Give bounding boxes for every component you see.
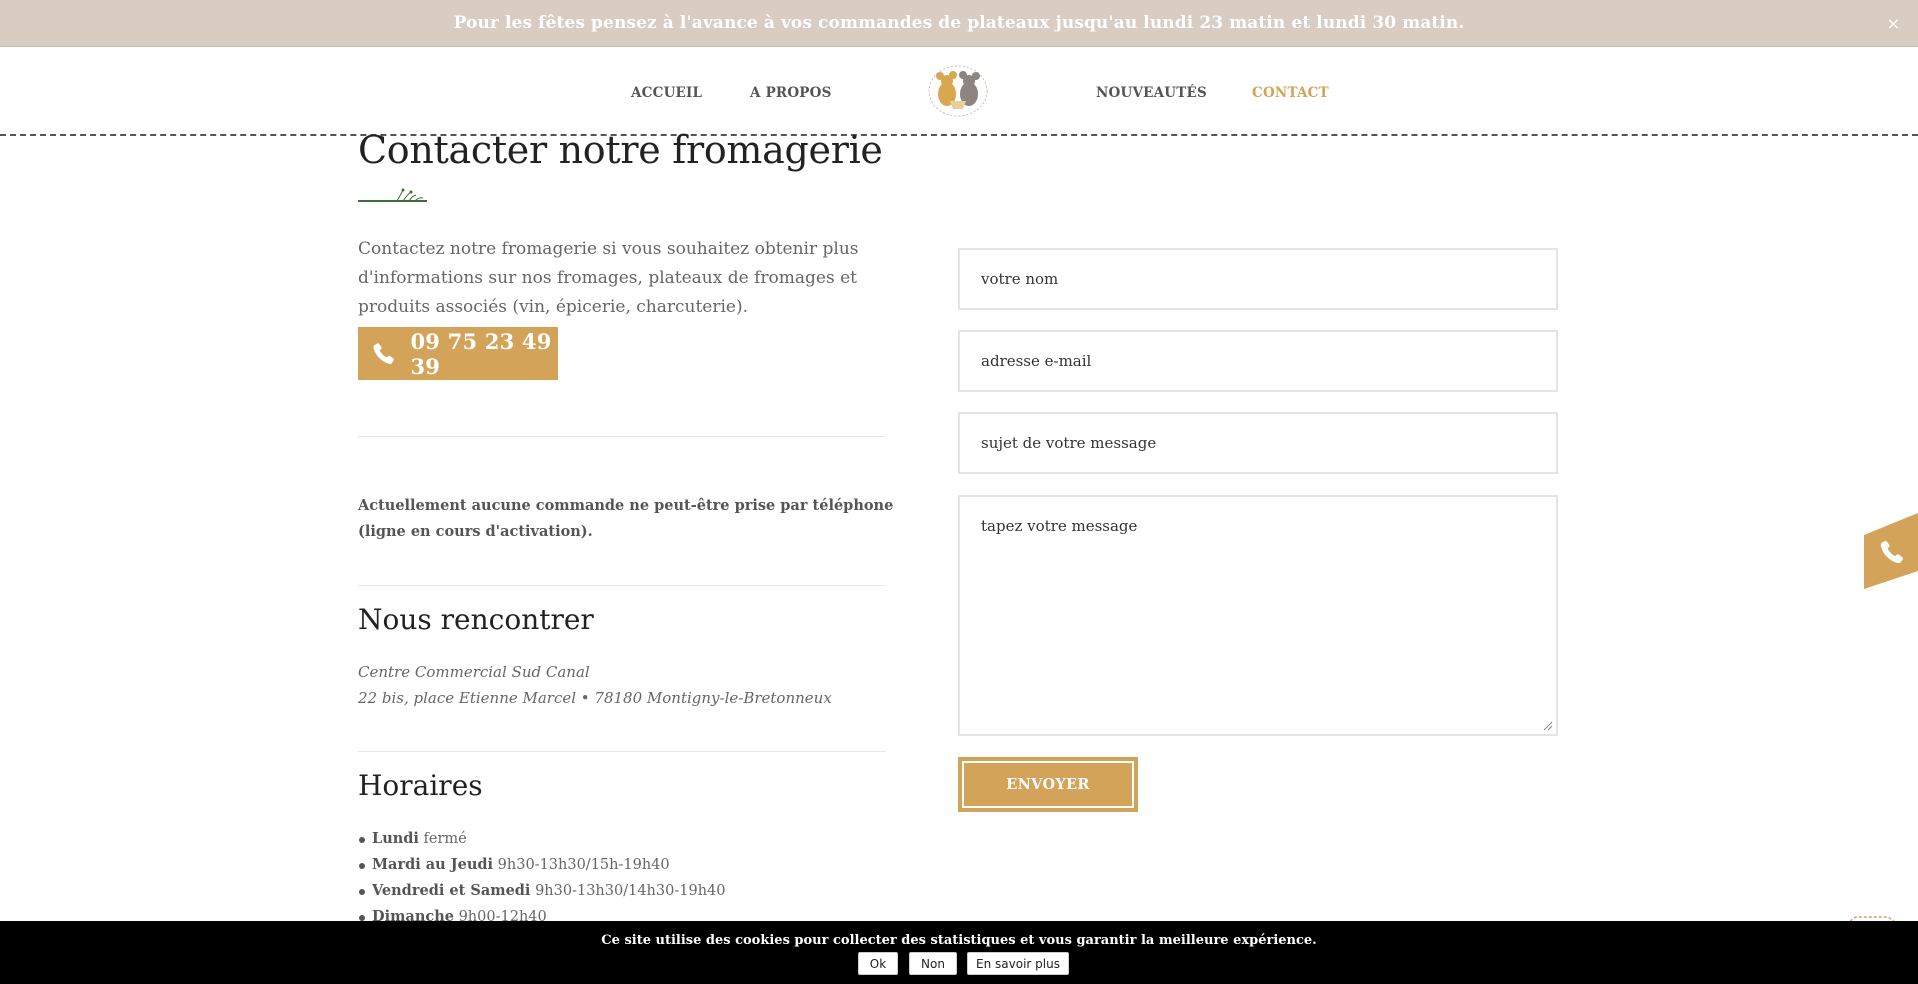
hours-time: 9h30-13h30/15h-19h40 — [497, 857, 670, 873]
cookie-no-button[interactable]: Non — [909, 952, 957, 975]
nav-item-nouveautes[interactable]: NOUVEAUTÉS — [1096, 85, 1207, 101]
email-input[interactable] — [958, 330, 1558, 392]
submit-button[interactable]: ENVOYER — [958, 757, 1138, 812]
phone-number: 09 75 23 49 39 — [410, 328, 552, 379]
nav-item-contact[interactable]: CONTACT — [1252, 85, 1329, 101]
message-textarea[interactable] — [958, 495, 1558, 736]
hours-time: fermé — [423, 831, 467, 847]
address-line-2: 22 bis, place Etienne Marcel • 78180 Mon… — [358, 689, 832, 707]
list-item: Vendredi et Samedi 9h30-13h30/14h30-19h4… — [358, 878, 725, 904]
address-line-1: Centre Commercial Sud Canal — [358, 663, 590, 681]
cookie-text: Ce site utilise des cookies pour collect… — [601, 933, 1317, 948]
phone-button[interactable]: 09 75 23 49 39 — [358, 327, 558, 380]
nav-item-accueil[interactable]: ACCUEIL — [631, 85, 702, 101]
hours-title: Horaires — [358, 769, 483, 802]
branch-ornament-icon — [358, 188, 427, 202]
phone-icon — [373, 342, 394, 364]
hours-list: Lundi fermé Mardi au Jeudi 9h30-13h30/15… — [358, 826, 725, 930]
header-divider — [0, 134, 1918, 136]
contact-intro: Contactez notre fromagerie si vous souha… — [358, 239, 859, 317]
hours-time: 9h30-13h30/14h30-19h40 — [535, 883, 726, 899]
announcement-bar: Pour les fêtes pensez à l'avance à vos c… — [0, 0, 1918, 47]
cheese-mice-logo[interactable] — [926, 61, 990, 117]
cookie-ok-button[interactable]: Ok — [858, 952, 898, 975]
announcement-text: Pour les fêtes pensez à l'avance à vos c… — [453, 13, 1465, 33]
cookie-bar: Ce site utilise des cookies pour collect… — [0, 921, 1918, 984]
phone-notice: Actuellement aucune commande ne peut-êtr… — [358, 497, 894, 540]
hours-day: Mardi au Jeudi — [372, 856, 494, 873]
nav-item-a-propos[interactable]: A PROPOS — [750, 85, 832, 101]
hours-day: Lundi — [372, 830, 419, 847]
divider — [358, 751, 886, 752]
list-item: Mardi au Jeudi 9h30-13h30/15h-19h40 — [358, 852, 725, 878]
hours-day: Vendredi et Samedi — [372, 882, 531, 899]
close-icon[interactable]: × — [1887, 14, 1900, 33]
divider — [358, 585, 886, 586]
cookie-more-button[interactable]: En savoir plus — [967, 952, 1069, 975]
resize-grip-icon[interactable] — [1541, 719, 1553, 731]
floating-phone-button[interactable] — [1864, 513, 1918, 589]
meet-title: Nous rencontrer — [358, 603, 594, 636]
list-item: Lundi fermé — [358, 826, 725, 852]
address: Centre Commercial Sud Canal 22 bis, plac… — [358, 659, 832, 711]
subject-input[interactable] — [958, 412, 1558, 474]
divider — [358, 436, 886, 437]
submit-label: ENVOYER — [962, 761, 1134, 808]
page-title: Contacter notre fromagerie — [358, 128, 883, 172]
name-input[interactable] — [958, 248, 1558, 310]
